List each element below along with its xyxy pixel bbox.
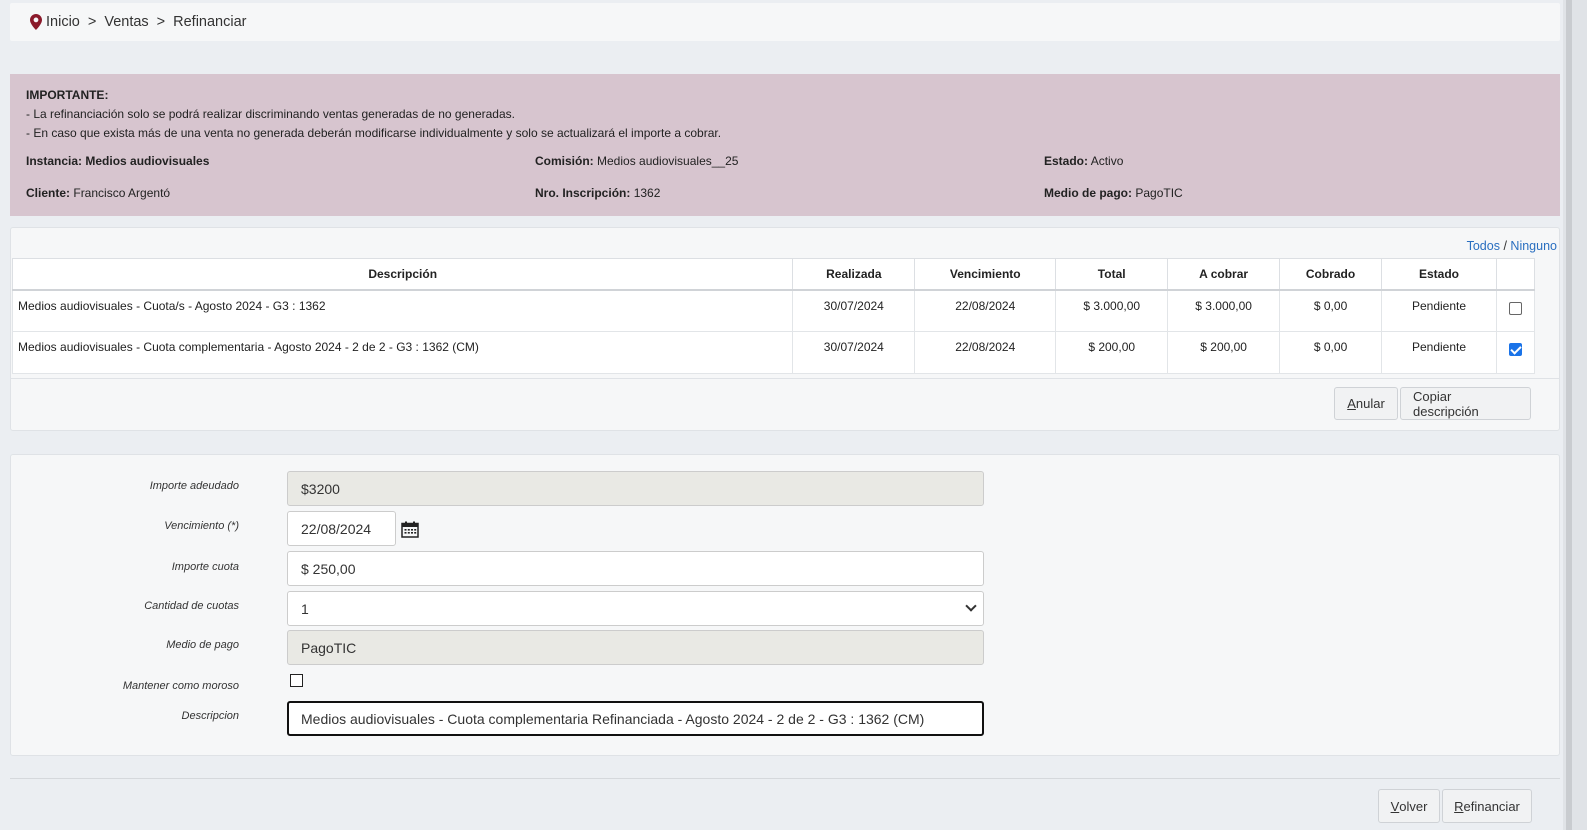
breadcrumb-separator: > [87, 14, 97, 30]
cell-total: $ 200,00 [1055, 331, 1169, 374]
cell-a-cobrar: $ 200,00 [1167, 331, 1281, 374]
refinanciar-button[interactable]: Refinanciar [1442, 789, 1532, 823]
volver-button[interactable]: Volver [1378, 789, 1440, 823]
alert-heading: IMPORTANTE: [26, 88, 109, 102]
importe-adeudado-field: $3200 [287, 471, 984, 506]
row-checkbox[interactable] [1508, 301, 1522, 315]
col-realizada: Realizada [792, 258, 916, 291]
cantidad-cuotas-value: 1 [301, 600, 309, 617]
calendar-icon[interactable] [401, 521, 419, 538]
scrollbar-thumb[interactable] [1566, 0, 1572, 830]
copiar-descripcion-button[interactable]: Copiar descripción [1400, 387, 1531, 420]
col-vencimiento: Vencimiento [914, 258, 1057, 291]
table-row: Medios audiovisuales - Cuota/s - Agosto … [11, 289, 1536, 332]
col-total: Total [1055, 258, 1169, 291]
cell-realizada: 30/07/2024 [792, 289, 916, 332]
alert-line-2: - En caso que exista más de una venta no… [26, 126, 722, 140]
importe-adeudado-label: Importe adeudado [149, 480, 239, 492]
chevron-down-icon [965, 600, 977, 612]
important-alert: IMPORTANTE: - La refinanciación solo se … [10, 74, 1560, 216]
table-header: Descripción Realizada Vencimiento Total … [11, 258, 1536, 291]
descripcion-input[interactable]: Medios audiovisuales - Cuota complementa… [287, 701, 984, 736]
col-descripcion: Descripción [11, 258, 794, 291]
cantidad-cuotas-label: Cantidad de cuotas [144, 600, 239, 612]
footer-divider [10, 778, 1560, 779]
moroso-checkbox[interactable] [290, 674, 303, 687]
cell-vencimiento: 22/08/2024 [914, 289, 1057, 332]
select-none-link[interactable]: Ninguno [1510, 239, 1557, 253]
cell-descripcion: Medios audiovisuales - Cuota/s - Agosto … [11, 289, 794, 332]
location-pin-icon [30, 14, 42, 30]
table-row: Medios audiovisuales - Cuota complementa… [11, 331, 1536, 374]
refinance-form: Importe adeudado $3200 Vencimiento (*) 2… [10, 454, 1560, 756]
cell-estado: Pendiente [1381, 331, 1497, 374]
inscripcion-info: Nro. Inscripción: 1362 [535, 186, 661, 200]
cell-select [1495, 331, 1536, 374]
medio-pago-label: Medio de pago [166, 639, 239, 651]
cell-select [1495, 289, 1536, 332]
estado-info: Estado: Activo [1044, 154, 1124, 168]
cell-cobrado: $ 0,00 [1279, 289, 1383, 332]
panel-divider [11, 378, 1559, 379]
page-scrollbar[interactable] [1563, 0, 1587, 830]
importe-cuota-label: Importe cuota [171, 561, 239, 573]
cliente-info: Cliente: Francisco Argentó [26, 186, 171, 200]
instancia-info: Instancia: Medios audiovisuales [26, 154, 210, 168]
col-select [1495, 258, 1536, 291]
row-checkbox[interactable] [1508, 343, 1522, 356]
breadcrumb-separator: > [156, 14, 166, 30]
breadcrumb-item-ventas[interactable]: Ventas [104, 14, 148, 30]
moroso-label: Mantener como moroso [122, 680, 239, 692]
select-all-link[interactable]: Todos [1467, 239, 1500, 253]
selection-links: Todos / Ninguno [1466, 239, 1557, 253]
cell-estado: Pendiente [1381, 289, 1497, 332]
vencimiento-date-input[interactable]: 22/08/2024 [287, 511, 396, 546]
cell-total: $ 3.000,00 [1055, 289, 1169, 332]
anular-button[interactable]: Anular [1334, 387, 1398, 420]
breadcrumb-item-refinanciar: Refinanciar [173, 14, 247, 30]
vencimiento-label: Vencimiento (*) [164, 520, 239, 532]
col-a-cobrar: A cobrar [1167, 258, 1281, 291]
importe-cuota-input[interactable]: $ 250,00 [287, 551, 984, 586]
col-cobrado: Cobrado [1279, 258, 1383, 291]
cell-realizada: 30/07/2024 [792, 331, 916, 374]
sales-panel: Todos / Ninguno Descripción Realizada Ve… [10, 227, 1560, 431]
medio-pago-field: PagoTIC [287, 630, 984, 665]
cell-cobrado: $ 0,00 [1279, 331, 1383, 374]
cell-vencimiento: 22/08/2024 [914, 331, 1057, 374]
cantidad-cuotas-select[interactable]: 1 [287, 591, 984, 626]
cell-descripcion: Medios audiovisuales - Cuota complementa… [11, 331, 794, 374]
medio-pago-info: Medio de pago: PagoTIC [1044, 186, 1183, 200]
comision-info: Comisión: Medios audiovisuales__25 [535, 154, 739, 168]
cell-a-cobrar: $ 3.000,00 [1167, 289, 1281, 332]
sales-table: Descripción Realizada Vencimiento Total … [11, 258, 1536, 374]
breadcrumb-item-inicio[interactable]: Inicio [46, 14, 80, 30]
descripcion-label: Descripcion [181, 710, 239, 722]
alert-line-1: - La refinanciación solo se podrá realiz… [26, 107, 515, 121]
col-estado: Estado [1381, 258, 1497, 291]
breadcrumb: Inicio > Ventas > Refinanciar [10, 3, 1560, 41]
